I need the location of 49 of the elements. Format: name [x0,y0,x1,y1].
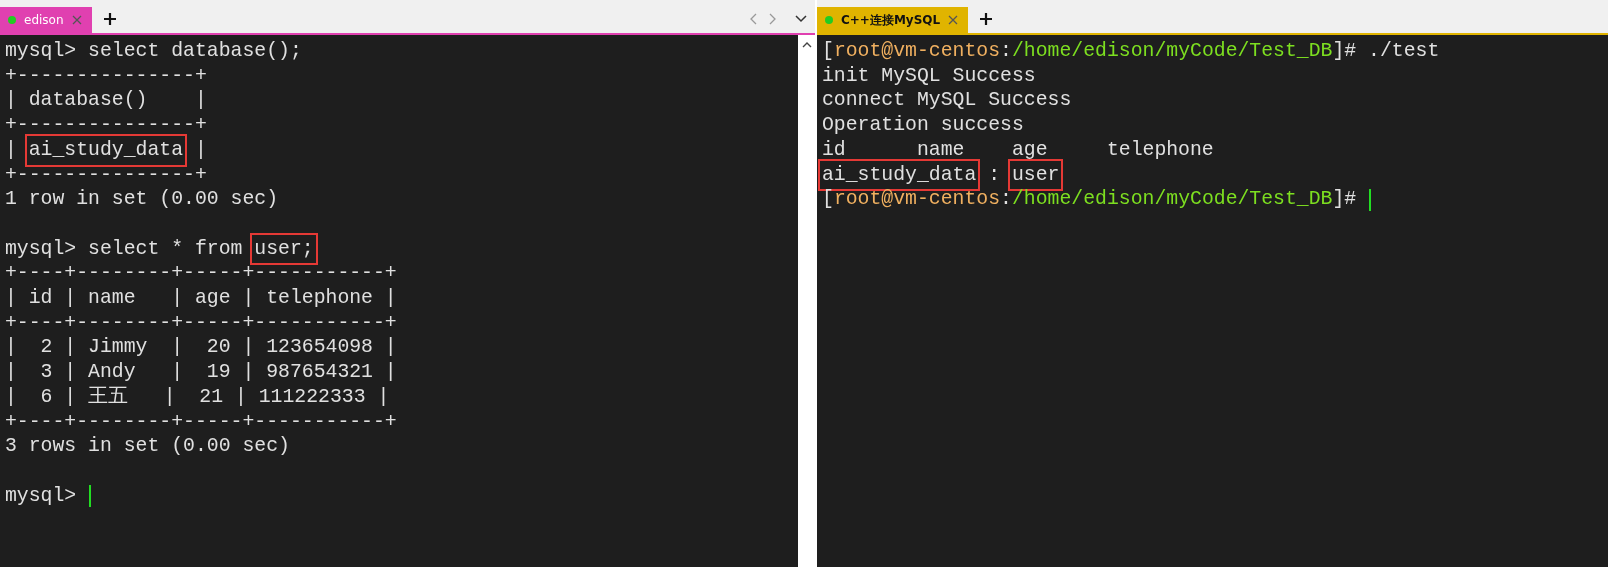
terminal-line: +----+--------+-----+-----------+ [5,261,397,286]
terminal-line: connect MySQL Success [822,88,1072,114]
close-icon[interactable] [948,15,959,25]
terminal-text: /home/edison/myCode/Test_DB [1011,187,1333,212]
tab[interactable]: edison [0,7,92,33]
status-dot [825,16,833,24]
terminal-line: +----+--------+-----+-----------+ [5,409,397,435]
terminal-line: id name age telephone [822,137,1214,163]
terminal-text: ]# [1332,187,1358,212]
tab[interactable]: C++连接MySQL [817,7,969,33]
terminal-text: : [1000,39,1012,64]
chevron-right-icon[interactable] [769,13,777,25]
terminal-line: | 6 | 王五 | 21 | 111222333 | [5,384,390,410]
terminal-line: +----+--------+-----+-----------+ [5,310,397,336]
terminal-line: +---------------+ [5,162,207,188]
chevron-down-icon[interactable] [795,15,807,23]
chevron-left-icon[interactable] [749,13,757,25]
terminal-line: mysql> [5,483,78,509]
terminal-text: | [5,137,18,163]
terminal-text: | [193,137,207,163]
plus-icon[interactable] [103,13,116,25]
tab-label: edison [24,13,64,27]
terminal-line: | 3 | Andy | 19 | 987654321 | [5,360,397,385]
terminal-line: | database() | [5,88,207,114]
terminal-line: Operation success [822,113,1024,138]
terminal-text: /home/edison/myCode/Test_DB [1011,39,1333,64]
terminal-line: | 2 | Jimmy | 20 | 123654098 | [5,335,397,361]
terminal-text: : [1000,187,1012,212]
terminal-text: mysql> select * from [5,236,244,262]
terminal-text: ]# ./test [1332,39,1440,64]
terminal-line: mysql> select database(); [5,39,302,64]
terminal-text: : [987,162,1002,188]
terminal-line: 3 rows in set (0.00 sec) [5,434,290,459]
status-dot [8,16,16,24]
terminal-text: [ [822,39,834,64]
terminal-line: 1 row in set (0.00 sec) [5,187,279,212]
terminal-text: [ [822,187,834,212]
plus-icon[interactable] [980,13,993,25]
terminal-line: +---------------+ [5,113,207,138]
tab-label: C++连接MySQL [841,11,941,29]
terminal-line: +---------------+ [5,63,207,89]
terminal-line: init MySQL Success [822,63,1036,89]
highlighted-text: user [1011,162,1060,188]
scroll-up-icon[interactable] [801,41,812,48]
terminal-text: root@vm-centos [833,187,1001,212]
terminal-line: | id | name | age | telephone | [5,286,397,311]
close-icon[interactable] [71,15,82,25]
terminal-text: root@vm-centos [833,39,1001,64]
scrollbar[interactable] [798,35,815,567]
